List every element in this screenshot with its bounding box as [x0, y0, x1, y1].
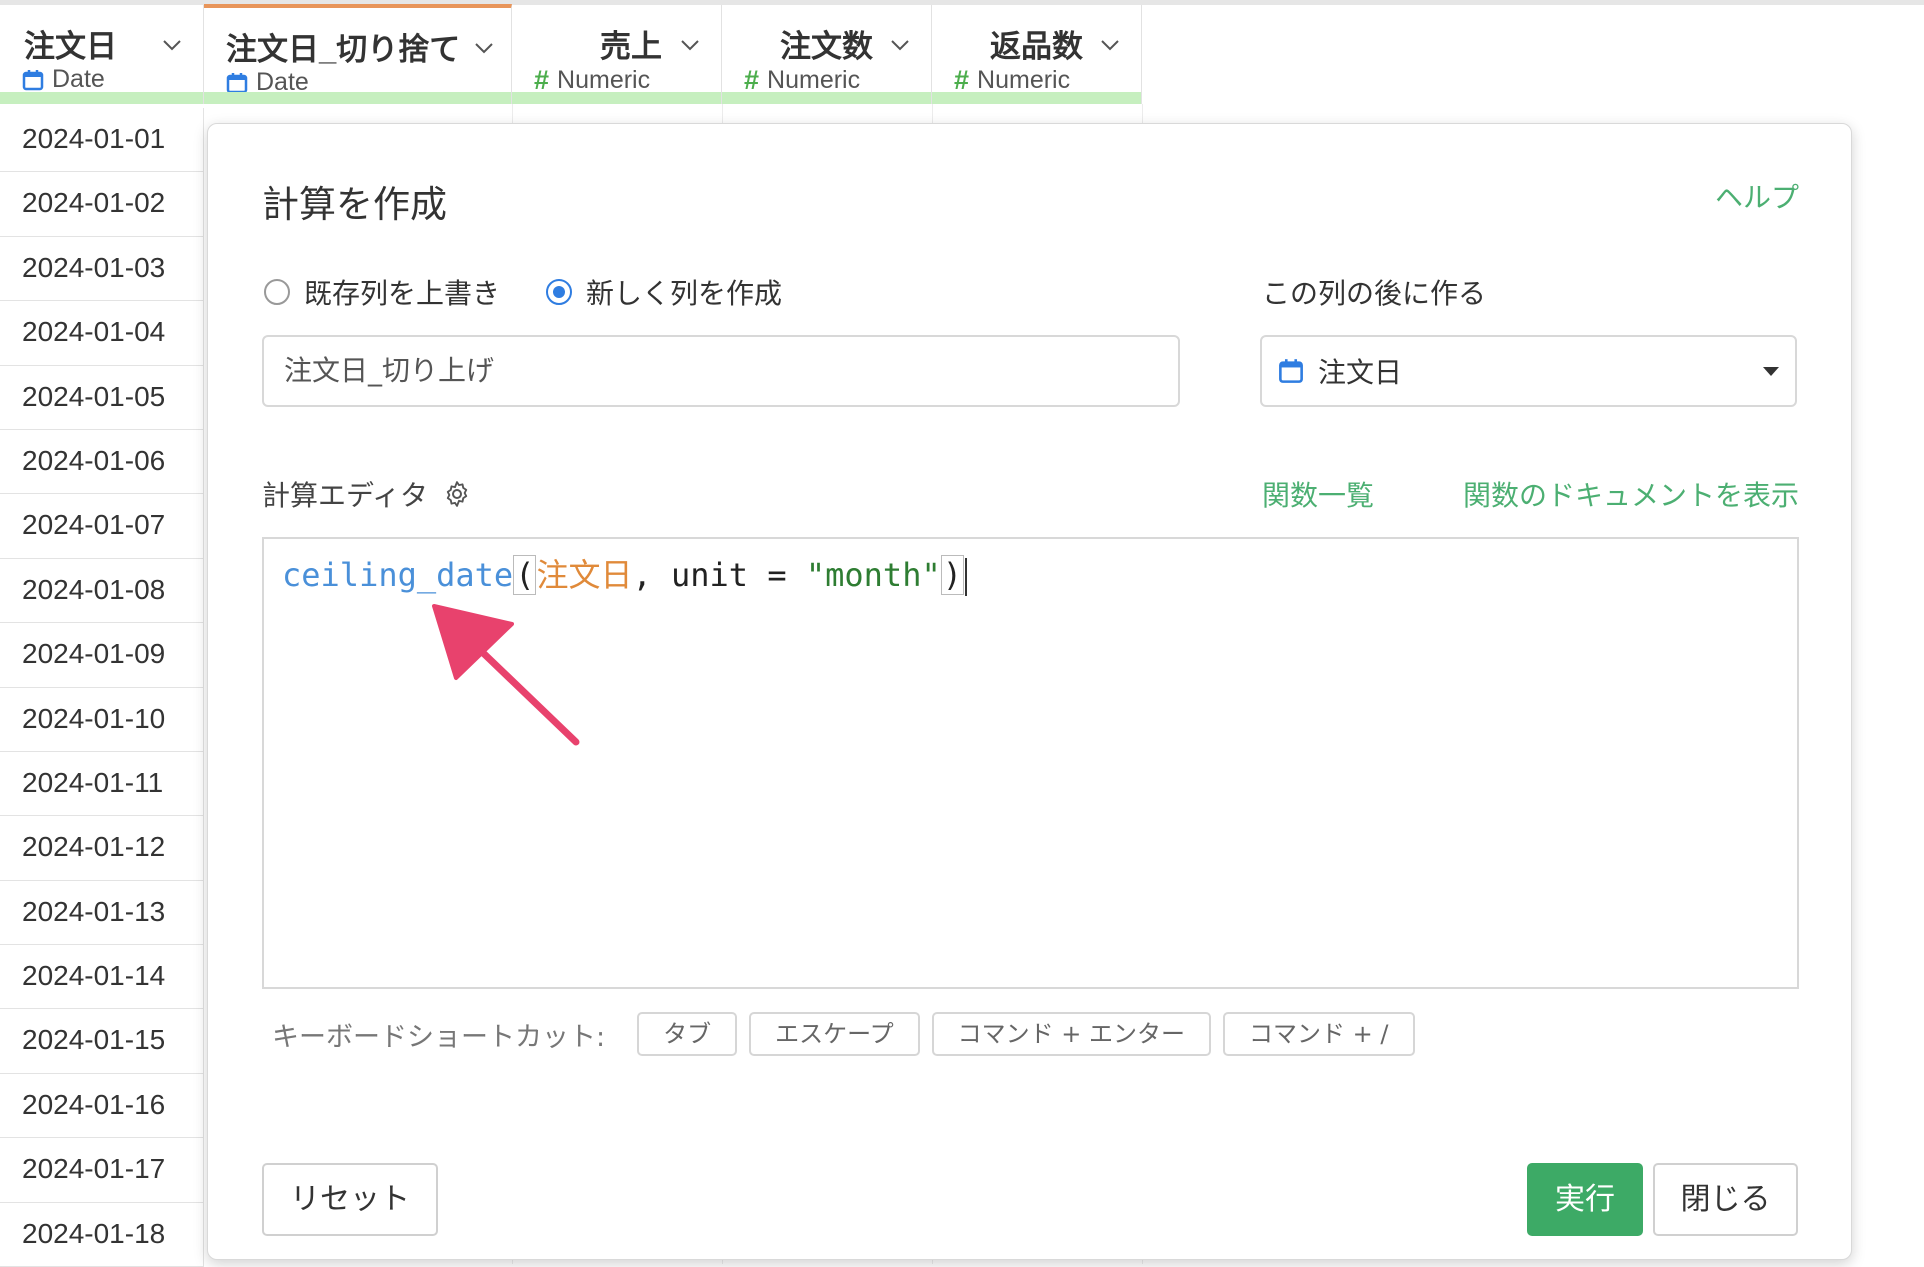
table-cell[interactable]: 2024-01-14: [0, 945, 204, 1010]
dialog-title: 計算を作成: [262, 183, 447, 226]
column-type-label: Date: [52, 65, 105, 93]
radio-create-new-column[interactable]: 新しく列を作成: [546, 272, 782, 312]
dropdown-caret-icon: [1763, 367, 1779, 376]
date-column-cells: 2024-01-01 2024-01-02 2024-01-03 2024-01…: [0, 108, 204, 1267]
table-cell[interactable]: 2024-01-01: [0, 108, 204, 173]
chevron-down-icon[interactable]: [1098, 33, 1122, 57]
column-quality-bar: [204, 92, 511, 104]
calendar-icon: [226, 72, 248, 93]
column-quality-bar: [722, 92, 931, 104]
mode-radio-group: 既存列を上書き 新しく列を作成: [264, 272, 828, 312]
create-after-label: この列の後に作る: [1262, 277, 1487, 310]
code-close-paren: ): [940, 555, 964, 595]
function-list-link[interactable]: 関数一覧: [1262, 474, 1374, 514]
code-function-token: ceiling_date: [282, 556, 514, 594]
column-type-label: Numeric: [767, 66, 861, 94]
shortcut-cmd-slash-key: コマンド + /: [1223, 1012, 1415, 1056]
table-cell[interactable]: 2024-01-07: [0, 494, 204, 559]
help-link[interactable]: ヘルプ: [1715, 176, 1799, 216]
column-quality-bar: [0, 92, 203, 104]
shortcut-escape-key: エスケープ: [749, 1012, 920, 1056]
shortcut-cmd-enter-key: コマンド + エンター: [931, 1012, 1212, 1056]
create-calculation-dialog: 計算を作成 ヘルプ 既存列を上書き 新しく列を作成 この列の後に作る 注文日_切…: [207, 123, 1852, 1260]
column-header-return-count[interactable]: 返品数 # Numeric: [932, 5, 1142, 104]
table-cell[interactable]: 2024-01-02: [0, 172, 204, 237]
after-column-select[interactable]: 注文日: [1260, 335, 1797, 407]
column-name: 返品数: [990, 29, 1083, 64]
table-cell[interactable]: 2024-01-05: [0, 365, 204, 430]
new-column-name-input[interactable]: 注文日_切り上げ: [262, 335, 1180, 407]
radio-label: 既存列を上書き: [304, 277, 501, 310]
column-type-label: Numeric: [557, 66, 651, 94]
calculation-code-editor[interactable]: ceiling_date(注文日, unit = "month"): [262, 537, 1799, 989]
column-quality-bar: [932, 92, 1141, 104]
table-cell[interactable]: 2024-01-12: [0, 816, 204, 881]
column-header-order-count[interactable]: 注文数 # Numeric: [722, 5, 932, 104]
chevron-down-icon[interactable]: [888, 33, 912, 57]
calendar-icon: [1279, 359, 1303, 383]
column-quality-bar: [512, 92, 721, 104]
table-cell[interactable]: 2024-01-03: [0, 236, 204, 302]
after-column-value: 注文日: [1318, 356, 1403, 389]
column-name: 売上: [600, 29, 662, 64]
close-button[interactable]: 閉じる: [1653, 1163, 1798, 1236]
keyboard-shortcuts: キーボードショートカット: タブ エスケープ コマンド + エンター コマンド …: [272, 1012, 1415, 1056]
code-line: ceiling_date(注文日, unit = "month"): [282, 551, 967, 599]
table-cell[interactable]: 2024-01-13: [0, 880, 204, 946]
radio-overwrite-column[interactable]: 既存列を上書き: [264, 272, 500, 312]
table-cell[interactable]: 2024-01-17: [0, 1138, 204, 1203]
shortcut-label: キーボードショートカット:: [272, 1021, 606, 1053]
chevron-down-icon[interactable]: [678, 33, 702, 57]
column-name: 注文日: [24, 29, 117, 64]
shortcut-tab-key: タブ: [637, 1012, 738, 1056]
column-name: 注文数: [780, 29, 873, 64]
column-header-order-date-floor[interactable]: 注文日_切り捨て Date: [204, 4, 512, 104]
code-argument-token: , unit =: [632, 556, 806, 594]
code-column-token: 注文日: [536, 556, 633, 594]
table-cell[interactable]: 2024-01-04: [0, 301, 204, 366]
column-type: Date: [22, 65, 105, 94]
chevron-down-icon[interactable]: [472, 36, 496, 60]
column-header-row: 注文日 Date 注文日_切り捨て Date 売上 # Numeric 注文数 …: [0, 0, 1924, 104]
calculation-editor-label: 計算エディタ: [262, 474, 472, 514]
calendar-icon: [22, 69, 44, 90]
column-name: 注文日_切り捨て: [226, 32, 461, 67]
table-cell[interactable]: 2024-01-11: [0, 751, 204, 817]
text-cursor: [964, 558, 967, 596]
column-header-sales[interactable]: 売上 # Numeric: [512, 5, 722, 104]
column-header-order-date[interactable]: 注文日 Date: [0, 5, 204, 104]
table-cell[interactable]: 2024-01-06: [0, 429, 204, 495]
table-cell[interactable]: 2024-01-08: [0, 558, 204, 624]
run-button[interactable]: 実行: [1527, 1163, 1643, 1236]
gear-icon[interactable]: [442, 479, 472, 509]
radio-label: 新しく列を作成: [586, 277, 783, 310]
chevron-down-icon[interactable]: [160, 33, 184, 57]
code-string-token: "month": [805, 556, 941, 594]
column-type-label: Numeric: [977, 66, 1071, 94]
table-cell[interactable]: 2024-01-09: [0, 623, 204, 688]
table-cell[interactable]: 2024-01-18: [0, 1202, 204, 1267]
table-cell[interactable]: 2024-01-15: [0, 1009, 204, 1074]
code-open-paren: (: [513, 555, 537, 595]
function-docs-link[interactable]: 関数のドキュメントを表示: [1463, 474, 1799, 514]
radio-button[interactable]: [264, 279, 290, 305]
table-cell[interactable]: 2024-01-10: [0, 687, 204, 752]
table-cell[interactable]: 2024-01-16: [0, 1073, 204, 1139]
editor-label-text: 計算エディタ: [262, 479, 429, 512]
radio-button[interactable]: [546, 279, 573, 305]
reset-button[interactable]: リセット: [262, 1163, 438, 1236]
